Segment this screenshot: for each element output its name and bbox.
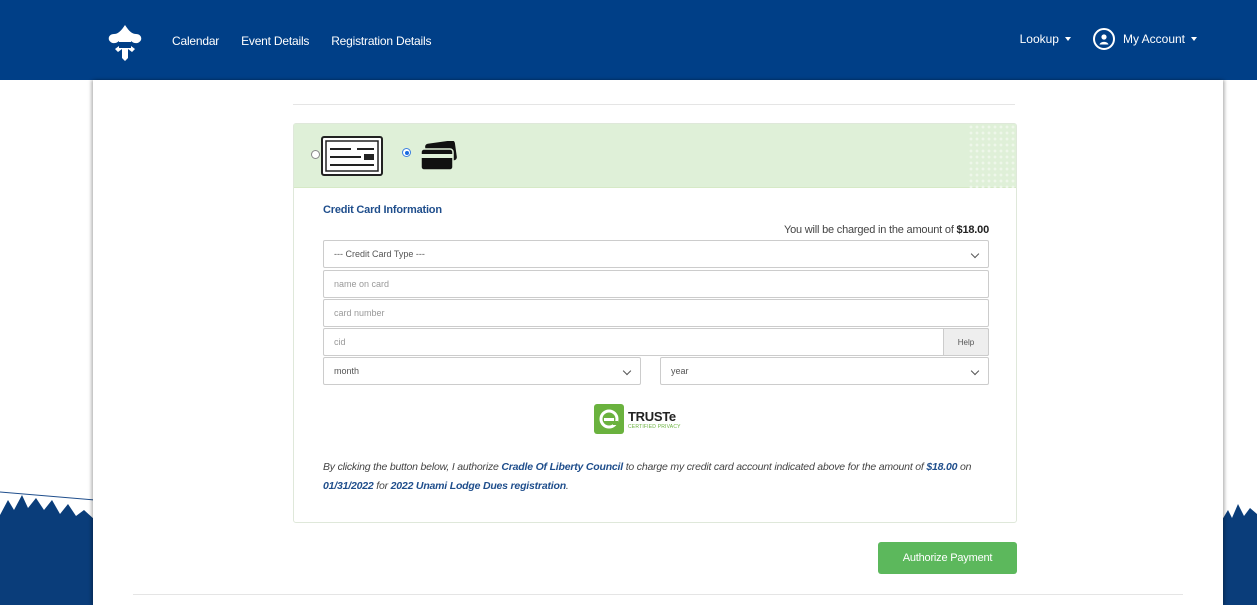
auth-text-4: for xyxy=(376,480,388,492)
card-type-value: --- Credit Card Type --- xyxy=(334,249,425,259)
nav-calendar[interactable]: Calendar xyxy=(172,34,219,48)
auth-date: 01/31/2022 xyxy=(323,480,374,492)
charge-notice: You will be charged in the amount of $18… xyxy=(784,224,989,236)
auth-council: Cradle Of Liberty Council xyxy=(501,461,623,473)
nav-right: Lookup My Account xyxy=(1020,28,1197,50)
right-background xyxy=(1222,80,1257,605)
auth-text-1: By clicking the button below, I authoriz… xyxy=(323,461,499,473)
nav-links: Calendar Event Details Registration Deta… xyxy=(172,34,453,48)
main-panel: Credit Card Information You will be char… xyxy=(93,80,1223,605)
lookup-dropdown[interactable]: Lookup xyxy=(1020,32,1071,46)
nav-registration-details[interactable]: Registration Details xyxy=(331,34,431,48)
lookup-label: Lookup xyxy=(1019,32,1059,46)
help-button[interactable]: Help xyxy=(943,328,989,356)
credit-card-form: Credit Card Information You will be char… xyxy=(323,204,989,492)
charge-prefix: You will be charged in the amount of xyxy=(783,224,954,236)
year-value: year xyxy=(671,366,689,376)
truste-sub: CERTIFIED PRIVACY xyxy=(628,423,681,430)
year-select[interactable]: year xyxy=(660,357,989,385)
auth-text-3: on xyxy=(959,461,972,473)
nav-event-details[interactable]: Event Details xyxy=(241,34,309,48)
section-title: Credit Card Information xyxy=(323,204,442,216)
check-method-radio[interactable] xyxy=(311,150,320,159)
divider xyxy=(293,104,1015,105)
chevron-down-icon xyxy=(622,366,632,376)
truste-seal[interactable]: TRUSTe CERTIFIED PRIVACY xyxy=(594,404,681,434)
cid-input[interactable]: cid Help xyxy=(323,328,989,356)
auth-event: 2022 Unami Lodge Dues registration xyxy=(390,480,566,492)
payment-box: Credit Card Information You will be char… xyxy=(293,123,1017,523)
divider xyxy=(133,594,1183,595)
auth-amount: $18.00 xyxy=(926,461,958,473)
month-value: month xyxy=(334,366,360,376)
account-caret-icon xyxy=(1191,37,1197,41)
card-type-select[interactable]: --- Credit Card Type --- xyxy=(323,240,989,268)
check-icon xyxy=(321,136,383,176)
auth-text-2: to charge my credit card account indicat… xyxy=(625,461,924,473)
auth-text-5: . xyxy=(565,480,569,492)
mountain-silhouette-icon xyxy=(0,491,95,605)
left-background xyxy=(0,80,95,605)
truste-name: TRUSTe xyxy=(628,408,676,424)
credit-card-icon xyxy=(420,141,457,171)
truste-logo-icon xyxy=(594,404,624,434)
card-number-input[interactable]: card number xyxy=(323,299,989,327)
name-on-card-input[interactable]: name on card xyxy=(323,270,989,298)
cid-placeholder: cid xyxy=(334,337,346,347)
payment-method-header xyxy=(294,124,1016,188)
dot-pattern xyxy=(968,124,1016,188)
my-account-label: My Account xyxy=(1122,32,1185,46)
chevron-down-icon xyxy=(970,249,980,259)
month-select[interactable]: month xyxy=(323,357,641,385)
authorize-payment-button[interactable]: Authorize Payment xyxy=(878,542,1017,574)
user-circle-icon xyxy=(1092,28,1115,50)
mountain-silhouette-right-icon xyxy=(1222,504,1257,605)
my-account-dropdown[interactable]: My Account xyxy=(1092,28,1197,50)
chevron-down-icon xyxy=(970,366,980,376)
credit-card-method-radio[interactable] xyxy=(402,148,411,157)
truste-text: TRUSTe CERTIFIED PRIVACY xyxy=(628,409,681,430)
bsa-logo-icon[interactable] xyxy=(104,22,146,64)
top-navbar: Calendar Event Details Registration Deta… xyxy=(0,0,1257,80)
authorization-statement: By clicking the button below, I authoriz… xyxy=(323,458,1003,496)
charge-amount: $18.00 xyxy=(956,224,990,236)
lookup-caret-icon xyxy=(1064,37,1071,41)
